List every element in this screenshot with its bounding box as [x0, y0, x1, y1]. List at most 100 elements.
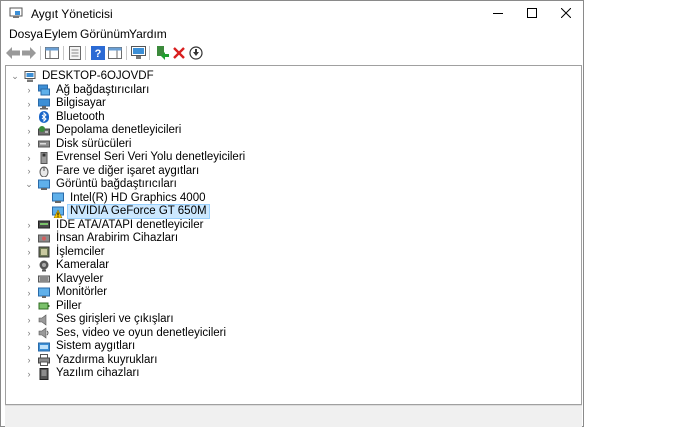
tree-category[interactable]: › Bluetooth	[24, 111, 107, 124]
tree-item-label: İşlemciler	[56, 245, 105, 258]
cpu-icon	[38, 246, 50, 258]
expand-chevron-icon[interactable]: ›	[24, 151, 34, 164]
monitor-icon	[38, 287, 50, 299]
tree-category[interactable]: › Evrensel Seri Veri Yolu denetleyicileri	[24, 151, 247, 164]
tree-category[interactable]: › Depolama denetleyicileri	[24, 124, 183, 137]
computer-root-icon	[24, 70, 36, 83]
update-driver-button[interactable]	[154, 45, 170, 61]
expand-chevron-icon[interactable]: ›	[24, 246, 34, 259]
action-pane-button[interactable]	[107, 45, 123, 61]
tree-category[interactable]: › Yazılım cihazları	[24, 367, 142, 380]
tree-device[interactable]: NVIDIA GeForce GT 650M	[38, 204, 210, 219]
expand-chevron-icon[interactable]: ›	[24, 97, 34, 110]
expand-chevron-icon[interactable]: ›	[24, 354, 34, 367]
tree-item-label: Klavyeler	[56, 272, 104, 285]
minimize-icon	[493, 13, 503, 14]
tree-item-label: Evrensel Seri Veri Yolu denetleyicileri	[56, 151, 246, 163]
storage-icon	[38, 125, 50, 137]
expand-chevron-icon[interactable]: ›	[24, 300, 34, 313]
display-adapter-icon	[52, 192, 64, 204]
tree-category[interactable]: › İşlemciler	[24, 246, 107, 259]
collapse-chevron-icon[interactable]: ⌄	[24, 178, 34, 191]
bluetooth-icon	[38, 111, 50, 123]
tree-item-label: DESKTOP-6OJOVDF	[42, 70, 154, 82]
action-pane-icon	[108, 47, 122, 59]
menu-yardim[interactable]: Yardım	[129, 27, 167, 41]
maximize-button[interactable]	[515, 1, 549, 25]
close-button[interactable]	[549, 1, 583, 25]
software-device-icon	[38, 367, 50, 380]
tree-category[interactable]: › Sistem aygıtları	[24, 340, 137, 353]
hid-icon	[38, 233, 50, 245]
status-bar	[5, 405, 582, 427]
tree-category[interactable]: › Disk sürücüleri	[24, 138, 133, 151]
tree-category[interactable]: › Monitörler	[24, 286, 109, 299]
expand-chevron-icon[interactable]: ›	[24, 165, 34, 178]
expand-chevron-icon[interactable]: ›	[24, 111, 34, 124]
tree-category[interactable]: › Fare ve diğer işaret aygıtları	[24, 165, 201, 178]
expand-chevron-icon[interactable]: ›	[24, 340, 34, 353]
expand-chevron-icon[interactable]: ›	[24, 273, 34, 286]
tree-item-label: IDE ATA/ATAPI denetleyiciler	[56, 218, 204, 231]
expand-chevron-icon[interactable]: ›	[24, 286, 34, 299]
tree-category[interactable]: › Kameralar	[24, 259, 111, 272]
expand-chevron-icon[interactable]: ›	[24, 84, 34, 97]
tree-category[interactable]: › Ses girişleri ve çıkışları	[24, 313, 176, 326]
console-tree-icon	[45, 47, 59, 59]
expand-chevron-icon[interactable]: ›	[24, 124, 34, 137]
expand-chevron-icon[interactable]: ›	[24, 327, 34, 340]
menu-gorunum[interactable]: Görünüm	[80, 27, 130, 41]
tree-category[interactable]: ⌄ Görüntü bağdaştırıcıları	[24, 178, 179, 191]
keyboard-icon	[38, 273, 50, 285]
menu-dosya[interactable]: Dosya	[9, 27, 43, 41]
collapse-chevron-icon[interactable]: ⌄	[10, 70, 20, 83]
tree-category[interactable]: › Ses, video ve oyun denetleyicileri	[24, 327, 228, 340]
tree-category[interactable]: › Klavyeler	[24, 273, 105, 286]
battery-icon	[38, 300, 50, 312]
expand-chevron-icon[interactable]: ›	[24, 367, 34, 380]
properties-icon	[69, 46, 81, 60]
forward-button[interactable]	[21, 45, 37, 61]
show-hide-console-tree-button[interactable]	[44, 45, 60, 61]
tree-category[interactable]: › Yazdırma kuyrukları	[24, 354, 159, 367]
tree-category[interactable]: › Bilgisayar	[24, 97, 108, 110]
uninstall-device-button[interactable]	[171, 45, 187, 61]
tree-item-label: Bluetooth	[56, 110, 105, 123]
expand-chevron-icon[interactable]: ›	[24, 232, 34, 245]
tree-device[interactable]: Intel(R) HD Graphics 4000	[38, 192, 208, 205]
minimize-button[interactable]	[481, 1, 515, 25]
tree-item-label: Depolama denetleyicileri	[56, 124, 182, 136]
scan-hardware-button[interactable]	[130, 45, 146, 61]
properties-button[interactable]	[67, 45, 83, 61]
device-manager-window: Aygıt Yöneticisi Dosya Eylem Görünüm Yar…	[0, 0, 584, 427]
tree-item-label: Yazdırma kuyrukları	[56, 353, 158, 366]
toolbar-separator	[149, 46, 150, 60]
expand-chevron-icon[interactable]: ›	[24, 259, 34, 272]
ide-icon	[38, 219, 50, 231]
window-title: Aygıt Yöneticisi	[31, 7, 113, 21]
tree-category[interactable]: › IDE ATA/ATAPI denetleyiciler	[24, 219, 205, 232]
tree-item-label: İnsan Arabirim Cihazları	[56, 232, 179, 244]
title-bar[interactable]: Aygıt Yöneticisi	[1, 1, 583, 25]
help-button[interactable]: ?	[90, 45, 106, 61]
toolbar-separator	[40, 46, 41, 60]
usb-icon	[38, 151, 50, 164]
tree-category[interactable]: › İnsan Arabirim Cihazları	[24, 232, 180, 245]
expand-chevron-icon[interactable]: ›	[24, 138, 34, 151]
tree-category[interactable]: › Ağ bağdaştırıcıları	[24, 84, 151, 97]
back-button[interactable]	[5, 45, 21, 61]
expand-chevron-icon[interactable]: ›	[24, 313, 34, 326]
download-driver-button[interactable]	[188, 45, 204, 61]
close-icon	[561, 8, 571, 18]
tree-category[interactable]: › Piller	[24, 300, 84, 313]
device-tree[interactable]: ⌄ DESKTOP-6OJOVDF › Ağ bağdaştırıcıları › Bil…	[5, 65, 582, 405]
camera-icon	[38, 260, 50, 272]
help-icon: ?	[91, 46, 105, 60]
tree-item-label: Piller	[56, 299, 82, 312]
maximize-icon	[527, 8, 537, 18]
tree-item-label: Ağ bağdaştırıcıları	[56, 83, 150, 96]
menu-eylem[interactable]: Eylem	[44, 27, 77, 41]
toolbar-separator	[126, 46, 127, 60]
tree-root-computer[interactable]: ⌄ DESKTOP-6OJOVDF	[10, 70, 156, 83]
expand-chevron-icon[interactable]: ›	[24, 219, 34, 232]
